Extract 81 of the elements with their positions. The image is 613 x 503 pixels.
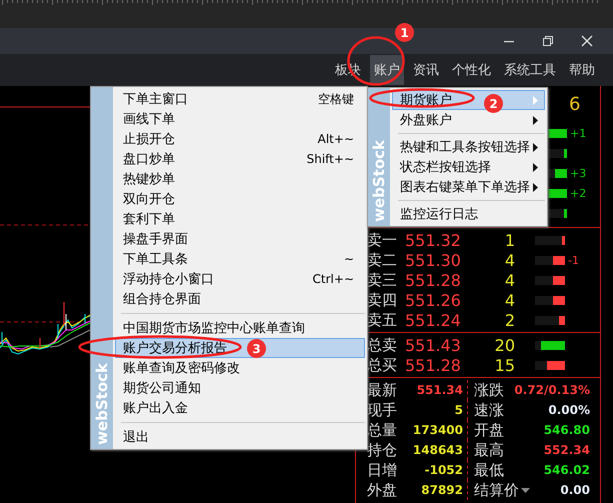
price-text: 551.28 [405,270,462,290]
brand-text: webStock [94,363,110,445]
dropdown-icon[interactable] [521,488,530,492]
stat-value: 87892 [421,483,464,497]
brand-text: webStock [371,140,387,222]
change-text: -1 [568,254,579,266]
menu-item[interactable]: 下单主窗口 空格键 [115,89,365,109]
row-label: 卖一 [367,230,398,250]
menu-item[interactable]: 热键炒单 [115,169,365,189]
change-text: +2 [570,186,586,200]
volume-text: 20 [494,336,515,354]
price-text: 551.43 [405,336,462,354]
menu-bar-item[interactable]: 个性化 [448,55,495,85]
stat-value: -1052 [424,463,464,477]
stat-label: 结算价 [474,480,519,500]
menu-item[interactable]: 双向开仓 [115,189,365,209]
stat-value: 546.80 [544,423,591,437]
menu-item[interactable]: 状态栏按钮选择 [392,157,545,177]
menu-bar-item[interactable]: 系统工具 [500,55,560,85]
annotation-ellipse [347,36,405,86]
stat-label: 最低 [474,460,504,480]
stat-label: 涨跌 [474,380,504,400]
change-text: +3 [570,166,586,180]
volume-text: 4 [504,290,515,310]
stat-value: 551.34 [416,383,464,397]
stat-value: 5 [454,403,464,417]
volume-text: 4 [504,270,515,290]
menu-item[interactable]: 画线下单 [115,109,365,129]
stat-value: 0.00 [560,483,591,497]
price-text: 551.32 [405,230,462,250]
stat-value: 148643 [412,443,464,457]
menu-bar-item[interactable]: 资讯 [409,55,443,85]
menu-item[interactable]: 期货公司通知 [115,378,365,398]
menu-item[interactable]: 中国期货市场监控中心账单查询 [115,318,365,338]
stat-value: 173400 [412,423,464,437]
menu-item[interactable]: 止损开仓 Alt+~ [115,129,365,149]
row-label: 卖二 [367,250,398,270]
price-text: 551.24 [405,310,462,330]
row-label: 卖五 [367,310,398,330]
stat-label: 最高 [474,440,504,460]
stat-label: 现手 [367,400,397,420]
menu-bar-item[interactable]: 帮助 [565,55,599,85]
menu-item[interactable]: 浮动持仓小窗口 Ctrl+~ [115,269,365,289]
stat-label: 开盘 [474,420,504,440]
menu-item[interactable]: 组合持仓界面 [115,289,365,309]
menu-item[interactable]: 操盘手界面 [115,229,365,249]
menu-item[interactable]: 套利下单 [115,209,365,229]
close-icon[interactable] [581,35,593,47]
menu-item[interactable]: 热键和工具条按钮选择 [392,137,545,157]
volume-text: 1 [504,230,515,250]
stat-value: 546.02 [544,463,591,477]
menu-item[interactable]: 图表右键菜单下单选择 [392,177,545,197]
row-label: 总买 [367,356,398,374]
row-label: 卖四 [367,290,398,310]
row-label: 卖三 [367,270,398,290]
price-text: 551.26 [405,290,462,310]
stat-label: 速涨 [474,400,504,420]
stat-label: 最新 [367,380,397,400]
stat-label: 持仓 [367,440,397,460]
volume-text: 4 [504,250,515,270]
stat-value: 0.00% [548,403,591,417]
stat-value: 552.34 [544,443,591,457]
menu-item[interactable]: 账户出入金 [115,398,365,418]
row-label: 总卖 [367,336,398,354]
volume-text: 2 [504,310,515,330]
restore-icon[interactable] [542,35,554,47]
price-text: 551.28 [405,356,462,374]
price-text: 6 [569,94,580,115]
menu-item[interactable]: 退出 [115,427,365,447]
menu-item[interactable]: 账单查询及密码修改 [115,358,365,378]
stat-label: 总量 [367,420,397,440]
menu-item[interactable]: 外盘账户 [392,110,545,130]
volume-text: 15 [494,356,515,374]
stat-label: 外盘 [367,480,397,500]
menu-item[interactable]: 下单工具条 ~ [115,249,365,269]
menu-item[interactable]: 盘口炒单 Shift+~ [115,149,365,169]
menu-item[interactable]: 监控运行日志 [392,204,545,224]
stat-label: 日增 [367,460,397,480]
price-text: 551.30 [405,250,462,270]
change-text: +1 [570,126,586,140]
stat-value: 0.72/0.13% [514,383,591,397]
